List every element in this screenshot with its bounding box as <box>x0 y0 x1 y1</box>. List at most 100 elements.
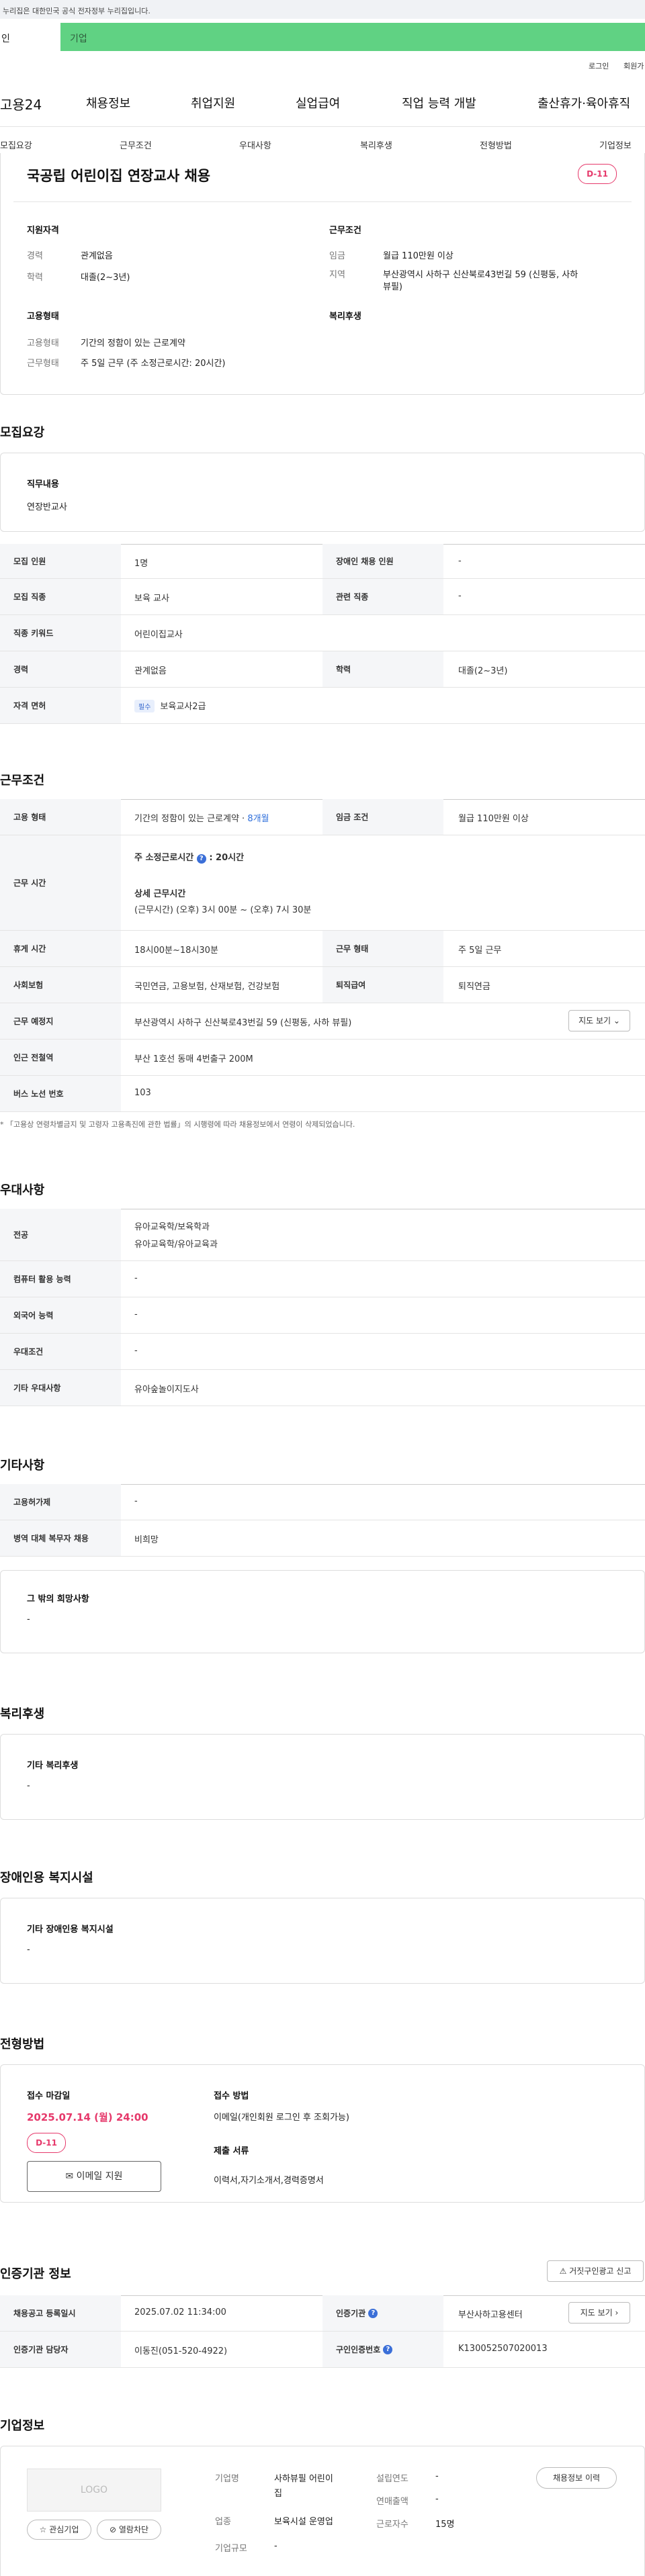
gnb-vocational-training[interactable]: 직업 능력 개발 <box>402 94 476 111</box>
table-row: 근무 시간 주 소정근로시간 ? : 20시간 상세 근무시간 (근무시간) (… <box>0 835 645 931</box>
gnb-parental-leave[interactable]: 출산휴가·육아휴직 <box>538 94 630 111</box>
deadline-title: 접수 마감일 <box>27 2091 71 2101</box>
process-dday-badge: D-11 <box>27 2133 66 2153</box>
gnb-job-info[interactable]: 채용정보 <box>86 94 130 111</box>
recruit-history-button[interactable]: 채용정보 이력 <box>536 2467 617 2489</box>
hope-card <box>0 1570 645 1653</box>
table-row: 인증기관 담당자 이동진(051-520-4922) 구인인증번호 ? K130052… <box>0 2332 645 2368</box>
duty-title: 직무내용 <box>27 479 59 490</box>
career-value: 관계없음 <box>81 251 113 261</box>
company-section-title: 기업정보 <box>0 2419 45 2433</box>
docs-value: 이력서,자기소개서,경력증명서 <box>214 2176 324 2186</box>
work-value: 주 5일 근무 (주 소정근로시간: 20시간) <box>81 359 226 369</box>
gnb-employment-support[interactable]: 취업지원 <box>191 94 235 111</box>
deadline-value: 2025.07.14 (월) 24:00 <box>27 2111 148 2123</box>
sales-label: 연매출액 <box>376 2497 408 2507</box>
required-tag: 필수 <box>134 700 155 712</box>
lnb-preference[interactable]: 우대사항 <box>239 138 271 151</box>
table-row: 채용공고 등록일시 2025.07.02 11:34:00 인증기관 ? 부산사하고용… <box>0 2295 645 2332</box>
table-row: 근무 예정지 부산광역시 사하구 신산북로43번길 59 (신평동, 사하 뷰필) <box>0 1003 645 1040</box>
company-name-value-2: 집 <box>274 2489 282 2499</box>
help-icon[interactable]: ? <box>383 2344 393 2354</box>
table-row: 휴게 시간 18시00분~18시30분 근무 형태 주 5일 근무 <box>0 931 645 967</box>
table-row: 직종 키워드 어린이집교사 <box>0 615 645 651</box>
block-icon: ⊘ <box>109 2525 117 2534</box>
login-link[interactable]: 로그인 <box>589 60 609 71</box>
top-tabs-bar <box>0 23 645 51</box>
work-label: 근무형태 <box>27 359 59 369</box>
disabled-card <box>0 1898 645 1984</box>
career-label: 경력 <box>27 251 43 261</box>
disabled-title: 기타 장애인용 복지시설 <box>27 1925 114 1935</box>
docs-title: 제출 서류 <box>214 2146 249 2156</box>
company-name-label: 기업명 <box>215 2474 239 2484</box>
chevron-down-icon: ⌄ <box>613 1016 620 1025</box>
cert-section-title: 인증기관 정보 <box>0 2267 71 2281</box>
duty-value: 연장반교사 <box>27 502 67 512</box>
cond-title: 근무조건 <box>329 226 361 236</box>
welfare-etc-value: - <box>27 1781 30 1791</box>
welfare-section-title: 복리후생 <box>0 1707 45 1721</box>
welfare-etc-title: 기타 복리후생 <box>27 1761 79 1771</box>
table-row: 전공 유아교육학/보육학과 유아교육학/유아교육과 <box>0 1209 645 1261</box>
table-row: 기타 우대사항 유아숲놀이지도사 <box>0 1370 645 1406</box>
mail-icon: ✉ <box>65 2171 74 2182</box>
gnb-unemployment-benefit[interactable]: 실업급여 <box>296 94 340 111</box>
method-title: 접수 방법 <box>214 2091 249 2101</box>
dday-badge: D-11 <box>578 164 617 184</box>
disabled-value: - <box>27 1945 30 1955</box>
block-company-button[interactable]: ⊘ 열람차단 <box>97 2520 161 2540</box>
emp-label: 고용형태 <box>27 338 59 349</box>
help-icon[interactable]: ? <box>368 2308 378 2318</box>
star-icon: ☆ <box>39 2525 47 2534</box>
established-value: - <box>435 2471 439 2481</box>
company-name-value-1: 사하뷰필 어린이 <box>274 2474 333 2484</box>
employees-label: 근로자수 <box>376 2520 408 2530</box>
lnb-process[interactable]: 전형방법 <box>480 138 512 151</box>
edu-value: 대졸(2~3년) <box>81 273 130 283</box>
map-button[interactable]: 지도 보기 ⌄ <box>568 1010 630 1031</box>
email-apply-button[interactable]: ✉ 이메일 지원 <box>27 2161 161 2192</box>
process-section-title: 전형방법 <box>0 2037 45 2052</box>
table-row: 컴퓨터 활용 능력 - <box>0 1261 645 1297</box>
age-notice: * 「고용상 연령차별금지 및 고령자 고용촉진에 관한 법률」의 시행령에 따… <box>0 1120 355 1129</box>
emp-value: 기간의 정함이 있는 근로계약 <box>81 338 185 349</box>
duty-card <box>0 453 645 532</box>
gov-banner: 누리집은 대한민국 공식 전자정부 누리집입니다. <box>0 0 645 19</box>
hope-value: - <box>27 1614 30 1624</box>
tab-personal[interactable]: 인 <box>0 23 60 51</box>
tab-company[interactable]: 기업 <box>70 23 87 45</box>
company-size-value: - <box>274 2541 277 2551</box>
lnb-work[interactable]: 근무조건 <box>120 138 152 151</box>
industry-value: 보육시설 운영업 <box>274 2517 333 2527</box>
site-logo[interactable]: 고용24 <box>0 94 42 113</box>
welfare-card <box>0 1734 645 1820</box>
table-row: 병역 대체 복무자 채용 비희망 <box>0 1520 645 1557</box>
join-link[interactable]: 회원가 <box>624 60 644 71</box>
cert-map-button[interactable]: 지도 보기 › <box>568 2302 630 2324</box>
report-button[interactable]: ⚠ 거짓구인광고 신고 <box>547 2260 644 2282</box>
lnb-recruit[interactable]: 모집요강 <box>0 138 32 151</box>
method-value: 이메일(개인회원 로그인 후 조회가능) <box>214 2113 349 2123</box>
table-row: 사회보험 국민연금, 고용보험, 산재보험, 건강보험 퇴직급여 퇴직연금 <box>0 967 645 1003</box>
lnb-company[interactable]: 기업정보 <box>599 138 632 151</box>
edu-label: 학력 <box>27 273 43 283</box>
wage-value: 월급 110만원 이상 <box>383 251 454 261</box>
qual-title: 지원자격 <box>27 226 59 236</box>
chevron-right-icon: › <box>615 2308 619 2317</box>
recruit-section-title: 모집요강 <box>0 426 45 440</box>
help-icon[interactable]: ? <box>196 854 206 864</box>
table-row: 인근 전철역 부산 1호선 동매 4번출구 200M <box>0 1040 645 1076</box>
table-row: 모집 직종 보육 교사 관련 직종 - <box>0 579 645 615</box>
lnb-welfare[interactable]: 복리후생 <box>360 138 392 151</box>
hope-title: 그 밖의 희망사항 <box>27 1594 89 1604</box>
favorite-company-button[interactable]: ☆ 관심기업 <box>27 2520 91 2540</box>
employees-value: 15명 <box>435 2520 455 2530</box>
work-section-title: 근무조건 <box>0 774 45 788</box>
table-row: 버스 노선 번호 103 <box>0 1076 645 1112</box>
table-row: 외국어 능력 - <box>0 1297 645 1334</box>
pref-section-title: 우대사항 <box>0 1183 45 1197</box>
area-label: 지역 <box>329 270 345 280</box>
disabled-section-title: 장애인용 복지시설 <box>0 1871 93 1885</box>
area-value-2: 뷰필) <box>383 282 402 292</box>
